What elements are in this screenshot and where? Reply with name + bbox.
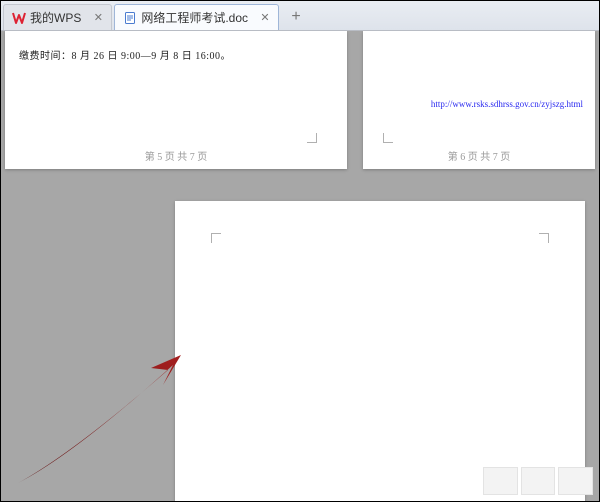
- plus-icon: +: [291, 8, 300, 26]
- close-icon[interactable]: ✕: [91, 11, 105, 25]
- tab-bar: 我的WPS ✕ 网络工程师考试.doc ✕ +: [1, 1, 599, 31]
- page-6-footer: 第 6 页 共 7 页: [363, 148, 595, 163]
- page-7: [175, 201, 585, 501]
- status-bar-placeholder: [483, 467, 593, 495]
- tab-home[interactable]: 我的WPS ✕: [3, 4, 112, 30]
- crop-mark-icon: [383, 133, 393, 143]
- crop-mark-icon: [307, 133, 317, 143]
- tab-document[interactable]: 网络工程师考试.doc ✕: [114, 4, 279, 30]
- tab-document-label: 网络工程师考试.doc: [141, 9, 248, 26]
- crop-mark-icon: [539, 233, 549, 243]
- doc-file-icon: [123, 11, 137, 25]
- page-5-footer: 第 5 页 共 7 页: [5, 148, 347, 163]
- page-6: http://www.rsks.sdhrss.gov.cn/zyjszg.htm…: [363, 31, 595, 169]
- page-5: 缴费时间：8 月 26 日 9:00—9 月 8 日 16:00。 第 5 页 …: [5, 31, 347, 169]
- wps-logo-icon: [12, 11, 26, 25]
- document-canvas[interactable]: 缴费时间：8 月 26 日 9:00—9 月 8 日 16:00。 第 5 页 …: [1, 31, 599, 501]
- new-tab-button[interactable]: +: [285, 6, 307, 28]
- crop-mark-icon: [211, 233, 221, 243]
- close-icon[interactable]: ✕: [258, 11, 272, 25]
- tab-home-label: 我的WPS: [30, 9, 81, 26]
- page-6-link-text: http://www.rsks.sdhrss.gov.cn/zyjszg.htm…: [431, 99, 583, 109]
- page-5-body-text: 缴费时间：8 月 26 日 9:00—9 月 8 日 16:00。: [19, 47, 231, 62]
